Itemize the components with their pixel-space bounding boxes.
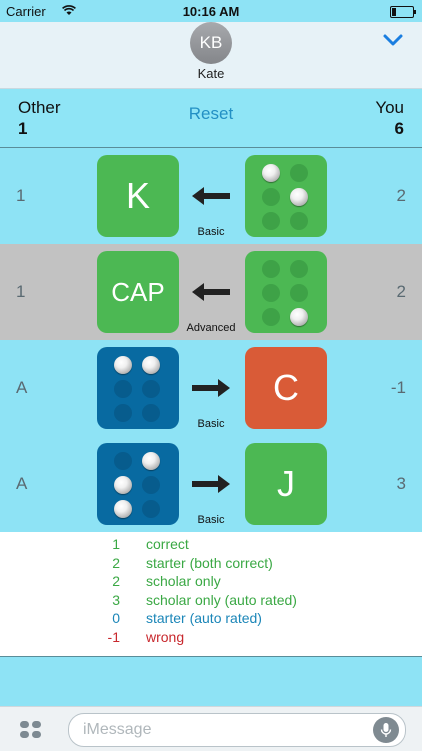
legend-value: 3 xyxy=(112,591,120,608)
app-drawer-icon[interactable] xyxy=(20,721,42,739)
braille-dot-flat xyxy=(114,452,132,470)
braille-dot-flat xyxy=(290,212,308,230)
braille-dot-flat xyxy=(142,476,160,494)
reset-button[interactable]: Reset xyxy=(0,104,422,124)
braille-dot-flat xyxy=(262,188,280,206)
braille-dot-flat xyxy=(262,308,280,326)
braille-dot-raised xyxy=(142,452,160,470)
letter-tile[interactable]: C xyxy=(245,347,327,429)
tile-letter: J xyxy=(277,463,295,504)
braille-dot-flat xyxy=(290,260,308,278)
braille-dot-flat xyxy=(290,164,308,182)
braille-dot-raised xyxy=(142,356,160,374)
legend-text: correct xyxy=(146,536,189,552)
legend-value: -1 xyxy=(107,628,120,645)
row-score: 2 xyxy=(396,186,406,205)
score-legend: 1 correct 2 starter (both correct) 2 scholar … xyxy=(0,532,422,657)
chevron-down-icon[interactable] xyxy=(382,32,404,48)
braille-dot-raised xyxy=(262,164,280,182)
row-left-value: 1 xyxy=(16,282,26,301)
braille-dot-raised xyxy=(290,188,308,206)
message-input-bar: iMessage xyxy=(0,706,422,751)
braille-dot-flat xyxy=(262,284,280,302)
letter-tile[interactable]: K xyxy=(97,155,179,237)
drill-row[interactable]: A -1 C Basic xyxy=(0,340,422,437)
level-label: Advanced xyxy=(186,322,236,334)
braille-cell-tile[interactable] xyxy=(245,155,327,237)
row-left-value: 1 xyxy=(16,186,26,205)
legend-value: 2 xyxy=(112,573,120,589)
braille-dot-raised xyxy=(114,476,132,494)
braille-cell-tile[interactable] xyxy=(97,347,179,429)
legend-text: starter (both correct) xyxy=(146,554,273,571)
legend-item: 2 scholar only xyxy=(0,573,422,591)
legend-item: 1 correct xyxy=(0,536,422,554)
legend-item: -1 wrong xyxy=(0,629,422,647)
braille-dot-flat xyxy=(114,380,132,398)
legend-text: wrong xyxy=(146,628,185,645)
braille-dot-raised xyxy=(114,356,132,374)
legend-value: 0 xyxy=(112,610,120,626)
battery-icon xyxy=(390,6,416,18)
braille-dot-flat xyxy=(142,404,160,422)
row-left-value: A xyxy=(16,474,28,493)
legend-value: 1 xyxy=(112,536,120,552)
legend-item: 2 starter (both correct) xyxy=(0,555,422,573)
arrow-right-icon xyxy=(192,475,230,493)
status-bar: Carrier 10:16 AM xyxy=(0,0,422,22)
braille-dot-flat xyxy=(290,284,308,302)
braille-dot-flat xyxy=(262,260,280,278)
legend-value: 2 xyxy=(112,554,120,571)
arrow-left-icon xyxy=(192,187,230,205)
legend-text: starter (auto rated) xyxy=(146,610,262,626)
letter-tile[interactable]: CAP xyxy=(97,251,179,333)
clock: 10:16 AM xyxy=(182,4,240,19)
braille-dot-raised xyxy=(290,308,308,326)
row-score: -1 xyxy=(390,378,406,397)
legend-text: scholar only xyxy=(146,573,221,589)
arrow-right-icon xyxy=(192,379,230,397)
tile-letter: K xyxy=(125,175,150,216)
drill-row[interactable]: 1 2 CAP Advanced xyxy=(0,244,422,341)
arrow-left-icon xyxy=(192,283,230,301)
tile-letter: C xyxy=(273,367,299,408)
contact-name[interactable]: Kate xyxy=(0,66,422,81)
drill-row[interactable]: 1 2 K Basic xyxy=(0,148,422,245)
microphone-icon[interactable] xyxy=(373,717,399,743)
braille-cell-tile[interactable] xyxy=(97,443,179,525)
level-label: Basic xyxy=(197,226,225,238)
message-input-placeholder: iMessage xyxy=(83,721,152,738)
legend-item: 3 scholar only (auto rated) xyxy=(0,592,422,610)
row-left-value: A xyxy=(16,378,28,397)
tile-letter: CAP xyxy=(111,277,165,307)
avatar[interactable]: KB xyxy=(190,22,232,64)
braille-dot-flat xyxy=(142,500,160,518)
level-label: Basic xyxy=(197,418,225,430)
drill-row[interactable]: A 3 J Basic xyxy=(0,436,422,533)
legend-item: 0 starter (auto rated) xyxy=(0,610,422,628)
braille-dot-raised xyxy=(114,500,132,518)
letter-tile[interactable]: J xyxy=(245,443,327,525)
braille-dot-flat xyxy=(142,380,160,398)
message-input[interactable]: iMessage xyxy=(68,713,406,747)
braille-dot-flat xyxy=(262,212,280,230)
row-score: 3 xyxy=(396,474,406,493)
braille-cell-tile[interactable] xyxy=(245,251,327,333)
level-label: Basic xyxy=(197,514,225,526)
row-score: 2 xyxy=(396,282,406,301)
braille-dot-flat xyxy=(114,404,132,422)
legend-text: scholar only (auto rated) xyxy=(146,591,297,608)
